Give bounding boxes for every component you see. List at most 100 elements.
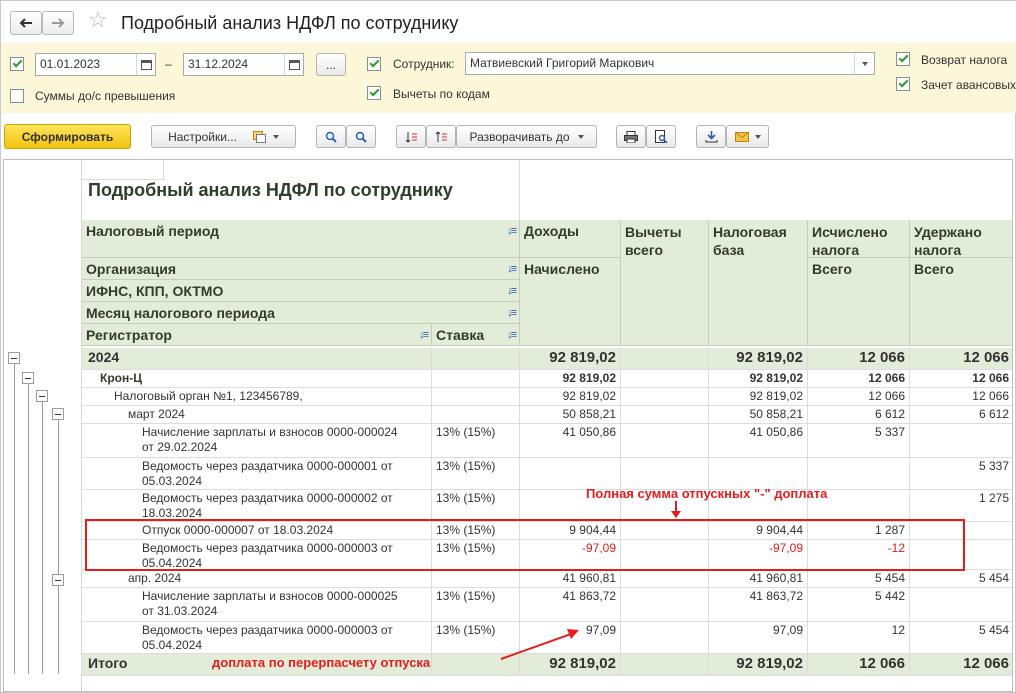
row-held-cell[interactable]: 12 066 (910, 654, 1012, 676)
deductions-checkbox[interactable] (367, 86, 381, 100)
row-name-cell[interactable]: Ведомость через раздатчика 0000-000001 о… (82, 458, 432, 490)
send-email-button[interactable] (726, 125, 769, 148)
print-button[interactable] (616, 125, 646, 148)
row-ded-cell[interactable] (621, 588, 709, 622)
row-held-cell[interactable]: 12 066 (910, 348, 1012, 370)
row-base-cell[interactable]: 92 819,02 (709, 388, 808, 406)
row-ded-cell[interactable] (621, 348, 709, 370)
row-rate-cell[interactable] (432, 406, 520, 424)
row-name-cell[interactable]: Ведомость через раздатчика 0000-000002 о… (82, 490, 432, 522)
row-income-cell[interactable]: 92 819,02 (520, 348, 621, 370)
row-calc-cell[interactable]: 5 442 (808, 588, 910, 622)
row-name-cell[interactable]: март 2024 (82, 406, 432, 424)
row-rate-cell[interactable]: 13% (15%) (432, 588, 520, 622)
collapse-toggle[interactable] (8, 352, 20, 364)
row-calc-cell[interactable]: 12 (808, 622, 910, 654)
generate-button[interactable]: Сформировать (4, 124, 131, 149)
tax-return-checkbox[interactable] (896, 52, 910, 66)
row-base-cell[interactable]: 50 858,21 (709, 406, 808, 424)
row-income-cell[interactable]: 50 858,21 (520, 406, 621, 424)
row-base-cell[interactable]: 41 050,86 (709, 424, 808, 458)
collapse-toggle[interactable] (22, 372, 34, 384)
forward-button[interactable] (42, 11, 74, 35)
row-rate-cell[interactable] (432, 388, 520, 406)
row-base-cell[interactable]: 92 819,02 (709, 348, 808, 370)
collapse-toggle[interactable] (52, 408, 64, 420)
favorite-star-icon[interactable]: ☆ (88, 9, 108, 31)
date-to-input[interactable]: 31.12.2024 (183, 53, 304, 76)
row-ded-cell[interactable] (621, 388, 709, 406)
save-button[interactable] (696, 125, 726, 148)
report-spreadsheet[interactable]: Подробный анализ НДФЛ по сотруднику Нало… (3, 159, 1013, 692)
row-calc-cell[interactable]: 5 337 (808, 424, 910, 458)
row-calc-cell[interactable]: 6 612 (808, 406, 910, 424)
row-rate-cell[interactable]: 13% (15%) (432, 424, 520, 458)
row-rate-cell[interactable]: 13% (15%) (432, 458, 520, 490)
row-ded-cell[interactable] (621, 424, 709, 458)
header-ifns[interactable]: ИФНС, КПП, ОКТМО ↓≡ (82, 280, 520, 302)
row-calc-cell[interactable]: 12 066 (808, 388, 910, 406)
header-rate[interactable]: Ставка ↓≡ (432, 324, 520, 346)
row-income-cell[interactable]: 41 863,72 (520, 588, 621, 622)
header-registrar[interactable]: Регистратор ↓≡ (82, 324, 432, 346)
row-held-cell[interactable] (910, 424, 1012, 458)
employee-checkbox[interactable] (367, 57, 381, 71)
row-held-cell[interactable]: 1 275 (910, 490, 1012, 522)
calendar-icon[interactable] (284, 54, 303, 75)
row-rate-cell[interactable]: 13% (15%) (432, 490, 520, 522)
settings-button[interactable]: Настройки... (151, 125, 296, 148)
row-calc-cell[interactable]: 12 066 (808, 654, 910, 676)
row-income-cell[interactable]: 41 960,81 (520, 570, 621, 588)
back-button[interactable] (10, 11, 42, 35)
row-ded-cell[interactable] (621, 654, 709, 676)
row-ded-cell[interactable] (621, 570, 709, 588)
row-rate-cell[interactable] (432, 348, 520, 370)
row-ded-cell[interactable] (621, 406, 709, 424)
row-held-cell[interactable]: 5 454 (910, 570, 1012, 588)
header-month[interactable]: Месяц налогового периода ↓≡ (82, 302, 520, 324)
row-name-cell[interactable]: апр. 2024 (82, 570, 432, 588)
row-calc-cell[interactable]: 5 454 (808, 570, 910, 588)
row-base-cell[interactable]: 92 819,02 (709, 370, 808, 388)
row-calc-cell[interactable]: 12 066 (808, 348, 910, 370)
date-from-input[interactable]: 01.01.2023 (35, 53, 156, 76)
advance-offset-checkbox[interactable] (896, 77, 910, 91)
row-rate-cell[interactable] (432, 570, 520, 588)
collapse-toggle[interactable] (36, 390, 48, 402)
employee-field[interactable]: Матвиевский Григорий Маркович (465, 52, 875, 75)
row-name-cell[interactable]: Налоговый орган №1, 123456789, (82, 388, 432, 406)
group-expand-button[interactable] (426, 125, 456, 148)
period-checkbox[interactable] (10, 57, 24, 71)
row-rate-cell[interactable] (432, 370, 520, 388)
period-select-button[interactable]: ... (316, 53, 346, 76)
row-held-cell[interactable] (910, 588, 1012, 622)
row-base-cell[interactable]: 41 863,72 (709, 588, 808, 622)
row-base-cell[interactable]: 92 819,02 (709, 654, 808, 676)
row-income-cell[interactable]: 41 050,86 (520, 424, 621, 458)
row-held-cell[interactable]: 6 612 (910, 406, 1012, 424)
row-name-cell[interactable]: Начисление зарплаты и взносов 0000-00002… (82, 588, 432, 622)
row-base-cell[interactable]: 41 960,81 (709, 570, 808, 588)
sums-over-checkbox[interactable] (10, 89, 24, 103)
row-held-cell[interactable]: 5 454 (910, 622, 1012, 654)
chevron-down-icon[interactable] (854, 53, 874, 74)
group-collapse-button[interactable] (396, 125, 426, 148)
row-name-cell[interactable]: 2024 (82, 348, 432, 370)
find-button[interactable] (316, 125, 346, 148)
row-ded-cell[interactable] (621, 622, 709, 654)
row-income-cell[interactable]: 92 819,02 (520, 370, 621, 388)
row-name-cell[interactable]: Крон-Ц (82, 370, 432, 388)
row-held-cell[interactable]: 12 066 (910, 370, 1012, 388)
row-income-cell[interactable]: 92 819,02 (520, 388, 621, 406)
row-name-cell[interactable]: Ведомость через раздатчика 0000-000003 о… (82, 622, 432, 654)
row-held-cell[interactable]: 5 337 (910, 458, 1012, 490)
calendar-icon[interactable] (136, 54, 155, 75)
row-base-cell[interactable]: 97,09 (709, 622, 808, 654)
find-next-button[interactable] (346, 125, 376, 148)
collapse-toggle[interactable] (52, 574, 64, 586)
row-calc-cell[interactable]: 12 066 (808, 370, 910, 388)
header-tax-period[interactable]: Налоговый период ↓≡ (82, 220, 520, 258)
row-held-cell[interactable]: 12 066 (910, 388, 1012, 406)
expand-to-button[interactable]: Разворачивать до (456, 125, 597, 148)
row-name-cell[interactable]: Начисление зарплаты и взносов 0000-00002… (82, 424, 432, 458)
